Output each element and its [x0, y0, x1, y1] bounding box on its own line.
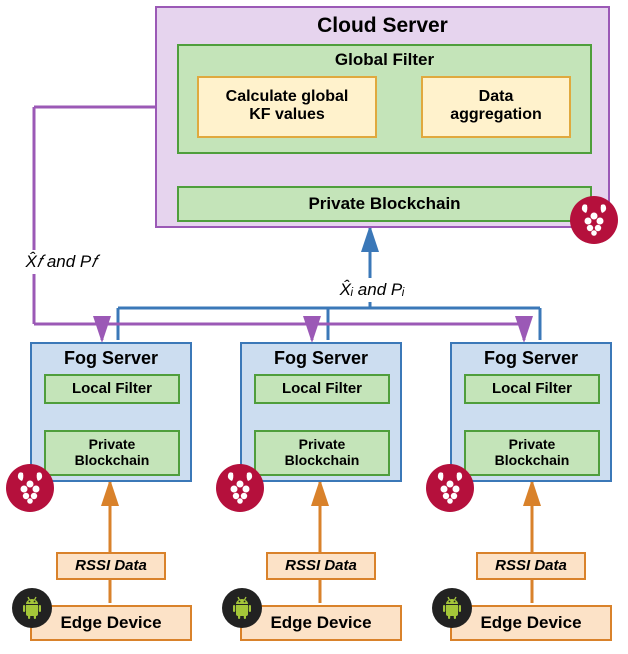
data-agg-box: Data aggregation [421, 76, 571, 138]
android-icon [432, 588, 472, 628]
raspberry-pi-icon [570, 196, 618, 244]
edge-device-3: Edge Device [450, 605, 612, 641]
global-filter-box: Global Filter Calculate global KF values… [177, 44, 592, 154]
fog-local-filter-label: Local Filter [72, 380, 152, 397]
fog-server-3: Fog Server Local Filter Private Blockcha… [450, 342, 612, 482]
cloud-server-title: Cloud Server [157, 14, 608, 38]
calc-kf-label: Calculate global KF values [226, 88, 349, 123]
rssi-label-2: RSSI Data [266, 552, 376, 580]
fog-private-bc-label: Private Blockchain [75, 436, 150, 468]
raspberry-pi-icon [426, 464, 474, 512]
fog-local-filter-3: Local Filter [464, 374, 600, 404]
android-icon [12, 588, 52, 628]
fog-local-filter-2: Local Filter [254, 374, 390, 404]
fog-title-3: Fog Server [452, 348, 610, 369]
edge-device-1: Edge Device [30, 605, 192, 641]
global-filter-title: Global Filter [179, 50, 590, 70]
data-agg-label: Data aggregation [450, 88, 542, 123]
fog-private-bc-1: Private Blockchain [44, 430, 180, 476]
raspberry-pi-icon [216, 464, 264, 512]
fog-private-bc-2: Private Blockchain [254, 430, 390, 476]
edge-device-label: Edge Device [60, 613, 161, 632]
fog-local-filter-1: Local Filter [44, 374, 180, 404]
edge-device-2: Edge Device [240, 605, 402, 641]
calc-kf-box: Calculate global KF values [197, 76, 377, 138]
rssi-label-1: RSSI Data [56, 552, 166, 580]
fog-server-2: Fog Server Local Filter Private Blockcha… [240, 342, 402, 482]
raspberry-pi-glyph [579, 203, 609, 237]
xf-pf-label: X̂𝑓 and P𝑓 [6, 250, 116, 274]
cloud-private-bc-label: Private Blockchain [308, 194, 460, 213]
fog-private-bc-3: Private Blockchain [464, 430, 600, 476]
cloud-private-bc-box: Private Blockchain [177, 186, 592, 222]
android-icon [222, 588, 262, 628]
fog-server-1: Fog Server Local Filter Private Blockcha… [30, 342, 192, 482]
fog-title-1: Fog Server [32, 348, 190, 369]
fog-title-2: Fog Server [242, 348, 400, 369]
cloud-server-box: Cloud Server Global Filter Calculate glo… [155, 6, 610, 228]
xi-pi-label: X̂ᵢ and Pᵢ [302, 278, 442, 302]
raspberry-pi-icon [6, 464, 54, 512]
rssi-label-3: RSSI Data [476, 552, 586, 580]
